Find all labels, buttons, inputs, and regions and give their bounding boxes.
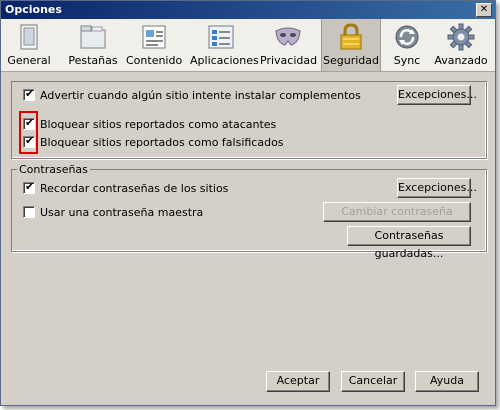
general-icon bbox=[20, 24, 38, 50]
privacy-mask-icon bbox=[275, 27, 301, 46]
saved-passwords-button[interactable]: Contraseñas guardadas... bbox=[347, 226, 471, 260]
remember-passwords-label: Recordar contraseñas de los sitios bbox=[40, 182, 229, 195]
tab-privacidad[interactable]: Privacidad bbox=[260, 19, 318, 71]
tab-label: Contenido bbox=[126, 54, 183, 67]
tab-aplicaciones[interactable]: Aplicaciones bbox=[190, 19, 259, 71]
tabs-icon bbox=[80, 25, 106, 49]
tab-label: Privacidad bbox=[260, 54, 318, 67]
addons-exceptions-button[interactable]: Excepciones... bbox=[397, 85, 477, 105]
highlight-box bbox=[19, 111, 38, 154]
passwords-legend: Contraseñas bbox=[17, 163, 90, 176]
remember-passwords-checkbox[interactable]: ✔ bbox=[23, 180, 35, 194]
block-forgery-label: Bloquear sitios reportados como falsific… bbox=[40, 136, 284, 149]
applications-icon bbox=[208, 25, 234, 49]
gear-icon bbox=[447, 23, 475, 51]
master-password-label: Usar una contraseña maestra bbox=[40, 206, 204, 219]
master-password-checkbox[interactable] bbox=[23, 206, 35, 218]
options-dialog: Opciones ✕ General Pestañas Contenido Ap… bbox=[0, 0, 496, 406]
content-icon bbox=[142, 25, 166, 49]
change-master-password-button[interactable]: Cambiar contraseña maestra... bbox=[323, 202, 471, 236]
tab-sync[interactable]: Sync bbox=[385, 19, 429, 71]
close-button[interactable]: ✕ bbox=[476, 3, 492, 17]
security-lock-icon bbox=[340, 23, 362, 50]
cancel-button[interactable]: Cancelar bbox=[341, 371, 405, 392]
tab-contenido[interactable]: Contenido bbox=[126, 19, 182, 71]
tab-pestanas[interactable]: Pestañas bbox=[64, 19, 122, 71]
tab-label: Sync bbox=[393, 54, 421, 67]
help-button[interactable]: Ayuda bbox=[415, 371, 479, 392]
tab-label: Avanzado bbox=[434, 54, 488, 67]
ok-button[interactable]: Aceptar bbox=[266, 371, 330, 392]
window-title: Opciones bbox=[5, 3, 62, 16]
tab-seguridad[interactable]: Seguridad bbox=[321, 19, 381, 71]
warn-addons-label: Advertir cuando algún sitio intente inst… bbox=[40, 89, 361, 102]
category-toolbar: General Pestañas Contenido Aplicaciones … bbox=[1, 19, 495, 72]
block-attack-label: Bloquear sitios reportados como atacante… bbox=[40, 118, 277, 131]
passwords-exceptions-button[interactable]: Excepciones... bbox=[397, 178, 477, 198]
tab-label: Pestañas bbox=[68, 54, 118, 67]
tab-general[interactable]: General bbox=[4, 19, 54, 71]
sync-icon bbox=[395, 25, 419, 49]
tab-label: Seguridad bbox=[323, 54, 379, 67]
tab-label: General bbox=[7, 54, 51, 67]
tab-avanzado[interactable]: Avanzado bbox=[433, 19, 489, 71]
tab-label: Aplicaciones bbox=[190, 54, 259, 67]
title-bar[interactable]: Opciones ✕ bbox=[1, 1, 495, 19]
checkmark-icon: ✔ bbox=[25, 180, 35, 193]
warn-addons-checkbox[interactable]: ✔ bbox=[23, 87, 35, 101]
checkmark-icon: ✔ bbox=[25, 87, 35, 100]
